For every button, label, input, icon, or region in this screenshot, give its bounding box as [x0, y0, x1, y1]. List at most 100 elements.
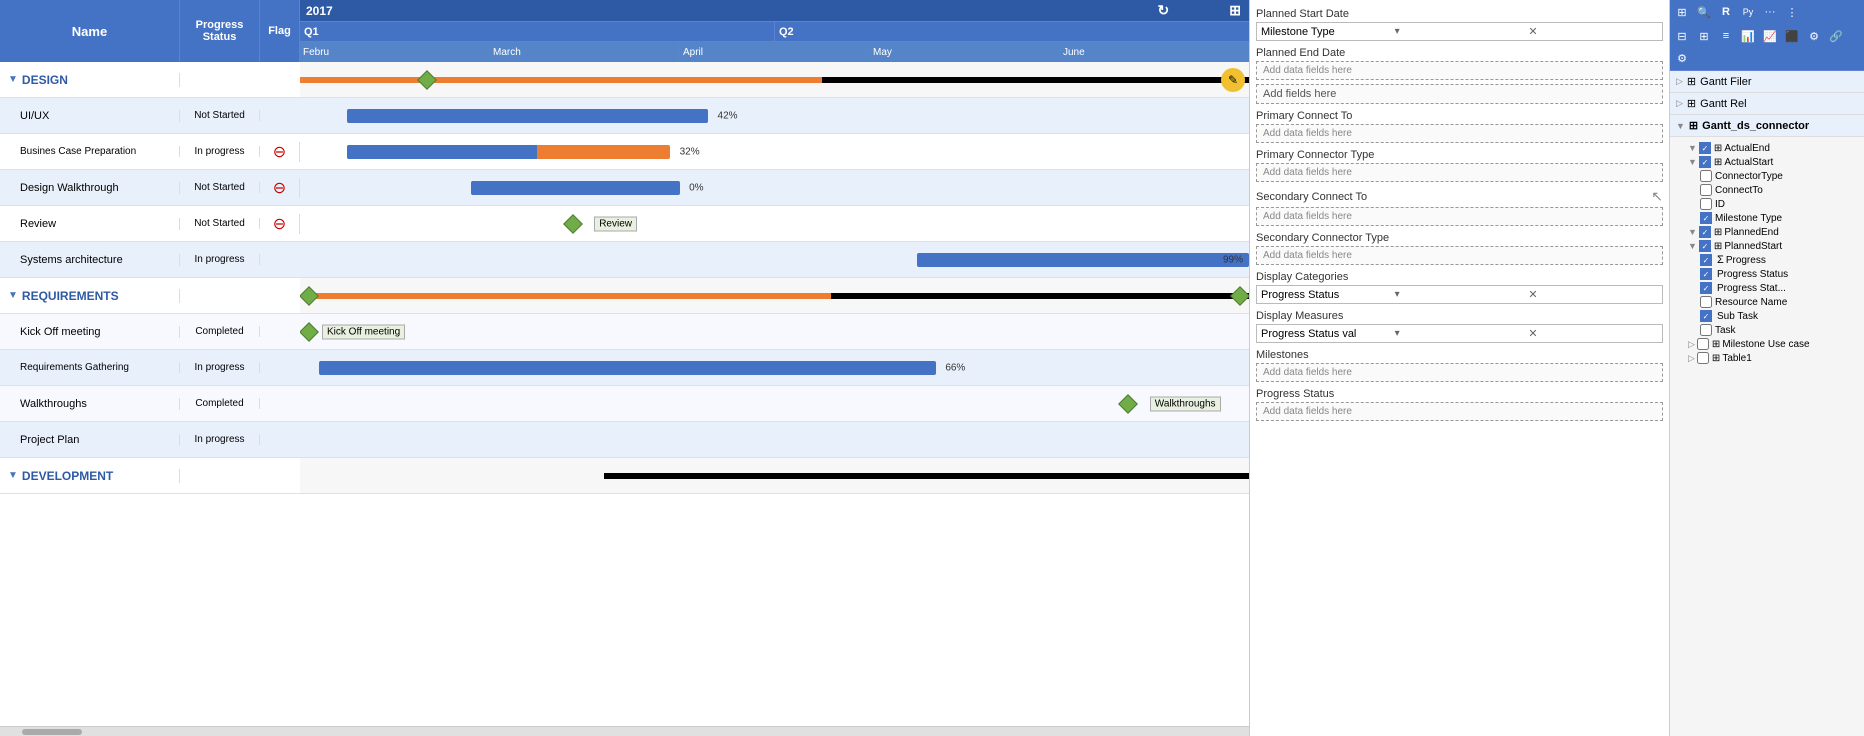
- expand-icon-gr[interactable]: ▷: [1676, 98, 1683, 109]
- checkbox-actualend[interactable]: ✓: [1699, 142, 1711, 154]
- checkbox-progress[interactable]: ✓: [1700, 254, 1712, 266]
- chevron-down-icon-dev[interactable]: ▼: [8, 470, 18, 481]
- list-item[interactable]: Resource Name: [1700, 295, 1860, 309]
- tree-expand-icon[interactable]: ▼: [1688, 143, 1697, 153]
- dropdown-arrow-icon-meas: ▾: [1395, 328, 1525, 339]
- timeline-header: 2017 ↻ ⊞ Q1 Q2 Febru March April May Jun…: [300, 0, 1249, 62]
- list-item[interactable]: ▼ ✓ ⊞ PlannedEnd: [1688, 225, 1860, 239]
- rp-filter-icon[interactable]: ⊞: [1672, 2, 1692, 22]
- expand-icon-gf[interactable]: ▷: [1676, 76, 1683, 87]
- checkbox-actualstart[interactable]: ✓: [1699, 156, 1711, 168]
- expand-icon-main[interactable]: ▼: [1676, 121, 1685, 131]
- table-icon-plannedstart: ⊞: [1714, 241, 1722, 252]
- add-fields-planned-end[interactable]: Add data fields here: [1256, 61, 1663, 80]
- list-item[interactable]: Task: [1700, 323, 1860, 337]
- list-item[interactable]: ▷ ⊞ Milestone Use case: [1688, 337, 1860, 351]
- rp-chart-icon[interactable]: 📊: [1738, 26, 1758, 46]
- planned-end-section: Planned End Date Add data fields here: [1256, 45, 1663, 80]
- planned-end-label: Planned End Date: [1256, 45, 1663, 61]
- tree-expand-icon-as[interactable]: ▼: [1688, 157, 1697, 167]
- list-item[interactable]: ▼ ✓ ⊞ PlannedStart: [1688, 239, 1860, 253]
- list-item[interactable]: ✓ Σ Progress: [1700, 253, 1860, 267]
- close-icon[interactable]: ✕: [1528, 25, 1658, 38]
- secondary-connect-label: Secondary Connect To ↖: [1256, 186, 1663, 207]
- close-icon-cat[interactable]: ✕: [1528, 288, 1658, 301]
- table-icon-t1: ⊞: [1712, 353, 1720, 364]
- close-icon-meas[interactable]: ✕: [1528, 327, 1658, 340]
- add-fields-secondary-connector[interactable]: Add data fields here: [1256, 246, 1663, 265]
- checkbox-milestoneusecase[interactable]: [1697, 338, 1709, 350]
- row-timeline-wt: Walkthroughs: [300, 386, 1249, 421]
- rp-table-icon[interactable]: ⊞: [1694, 26, 1714, 46]
- rp-settings-icon[interactable]: ⚙: [1672, 48, 1692, 68]
- table-row: ▼ DEVELOPMENT: [0, 458, 1249, 494]
- checkbox-task[interactable]: [1700, 324, 1712, 336]
- rp-gear-icon[interactable]: ⚙: [1804, 26, 1824, 46]
- checkbox-progressstat[interactable]: ✓: [1700, 282, 1712, 294]
- checkbox-table1[interactable]: [1697, 352, 1709, 364]
- gantt-chart: Name Progress Status Flag 2017 ↻ ⊞ Q1 Q2…: [0, 0, 1250, 736]
- secondary-connect-section: Secondary Connect To ↖ Add data fields h…: [1256, 186, 1663, 226]
- rp-more-icon[interactable]: ···: [1760, 2, 1780, 22]
- list-item[interactable]: ID: [1700, 197, 1860, 211]
- ds-connector-label: Gantt_ds_connector: [1702, 120, 1809, 132]
- rp-bar-icon[interactable]: ≡: [1716, 26, 1736, 46]
- checkbox-plannedstart[interactable]: ✓: [1699, 240, 1711, 252]
- list-item[interactable]: ✓ Progress Status: [1700, 267, 1860, 281]
- row-status-rg: In progress: [180, 362, 260, 373]
- rp-gantt-icon[interactable]: ⬛: [1782, 26, 1802, 46]
- rp-py-icon[interactable]: Py: [1738, 2, 1758, 22]
- chevron-down-icon-req[interactable]: ▼: [8, 290, 18, 301]
- milestone-type-dropdown[interactable]: Milestone Type ▾ ✕: [1256, 22, 1663, 41]
- list-item[interactable]: ConnectTo: [1700, 183, 1860, 197]
- checkbox-progressstatus[interactable]: ✓: [1700, 268, 1712, 280]
- rp-line-icon[interactable]: 📈: [1760, 26, 1780, 46]
- label-actualstart: ActualStart: [1724, 157, 1773, 168]
- display-categories-dropdown[interactable]: Progress Status ▾ ✕: [1256, 285, 1663, 304]
- edit-icon-design[interactable]: ✎: [1221, 68, 1245, 92]
- add-fields-secondary-connect[interactable]: Add data fields here: [1256, 207, 1663, 226]
- checkbox-resourcename[interactable]: [1700, 296, 1712, 308]
- refresh-icon[interactable]: ↻: [1158, 2, 1170, 19]
- right-panel: ⊞ 🔍 R Py ··· ⋮ ⊟ ⊞ ≡ 📊 📈 ⬛ ⚙ 🔗 ⚙ ▷ ⊞ Gan…: [1670, 0, 1864, 736]
- scrollbar-thumb[interactable]: [22, 729, 82, 735]
- list-item[interactable]: ✓ Sub Task: [1700, 309, 1860, 323]
- tree-expand-icon-t1[interactable]: ▷: [1688, 353, 1695, 364]
- horizontal-scrollbar[interactable]: [0, 726, 1249, 736]
- gantt-ds-connector-row[interactable]: ▼ ⊞ Gantt_ds_connector: [1670, 115, 1864, 137]
- list-item[interactable]: ✓ Progress Stat...: [1700, 281, 1860, 295]
- add-fields-primary-connector[interactable]: Add data fields here: [1256, 163, 1663, 182]
- add-fields-top[interactable]: Add fields here: [1256, 84, 1663, 104]
- tree-expand-icon-pe[interactable]: ▼: [1688, 227, 1697, 237]
- checkbox-plannedend[interactable]: ✓: [1699, 226, 1711, 238]
- checkbox-subtask[interactable]: ✓: [1700, 310, 1712, 322]
- list-item[interactable]: ConnectorType: [1700, 169, 1860, 183]
- checkbox-id[interactable]: [1700, 198, 1712, 210]
- rp-search-icon[interactable]: 🔍: [1694, 2, 1714, 22]
- checkbox-connectortype[interactable]: [1700, 170, 1712, 182]
- list-item[interactable]: ▷ ⊞ Table1: [1688, 351, 1860, 365]
- tree-expand-icon-muc[interactable]: ▷: [1688, 339, 1695, 350]
- add-fields-primary-connect[interactable]: Add data fields here: [1256, 124, 1663, 143]
- list-item[interactable]: ▼ ✓ ⊞ ActualStart: [1688, 155, 1860, 169]
- display-measures-dropdown[interactable]: Progress Status val ▾ ✕: [1256, 324, 1663, 343]
- group-label-design: DESIGN: [22, 73, 68, 87]
- chevron-down-icon[interactable]: ▼: [8, 74, 18, 85]
- add-fields-milestones[interactable]: Add data fields here: [1256, 363, 1663, 382]
- checkbox-connectto[interactable]: [1700, 184, 1712, 196]
- rp-expand-icon[interactable]: ⊟: [1672, 26, 1692, 46]
- planned-start-label: Planned Start Date: [1256, 6, 1663, 22]
- rp-r-icon[interactable]: R: [1716, 2, 1736, 22]
- row-timeline-pp: [300, 422, 1249, 457]
- row-flag-bcp: ⊖: [260, 142, 300, 162]
- tree-expand-icon-ps[interactable]: ▼: [1688, 241, 1697, 251]
- grid-icon[interactable]: ⊞: [1229, 2, 1241, 19]
- list-item[interactable]: ✓ Milestone Type: [1700, 211, 1860, 225]
- rp-dots-icon[interactable]: ⋮: [1782, 2, 1802, 22]
- row-name-wt: Walkthroughs: [0, 398, 180, 410]
- month-apr: April: [680, 42, 870, 62]
- rp-link-icon[interactable]: 🔗: [1826, 26, 1846, 46]
- list-item[interactable]: ▼ ✓ ⊞ ActualEnd: [1688, 141, 1860, 155]
- checkbox-milestonetype[interactable]: ✓: [1700, 212, 1712, 224]
- add-fields-progress-status[interactable]: Add data fields here: [1256, 402, 1663, 421]
